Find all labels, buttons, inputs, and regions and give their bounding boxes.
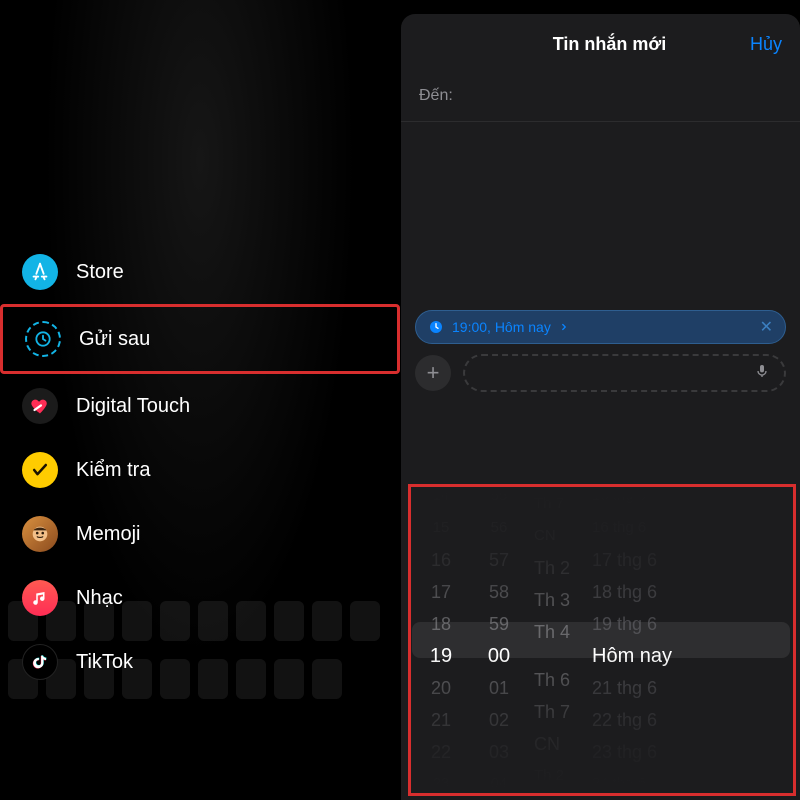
apps-drawer-pane: Store Gửi sau Digital Touch	[0, 0, 400, 800]
picker-cell: 15 thg 6	[592, 488, 646, 512]
appstore-icon	[22, 254, 58, 290]
to-field-label[interactable]: Đến:	[401, 73, 800, 122]
navbar: Tin nhắn mới Hủy	[401, 14, 800, 73]
page-title: Tin nhắn mới	[553, 34, 666, 55]
heart-icon	[22, 388, 58, 424]
picker-cell: 00	[488, 640, 510, 672]
picker-cell: 17	[431, 576, 451, 608]
picker-cell: 24 thg 6	[592, 768, 646, 792]
apps-list: Store Gửi sau Digital Touch	[0, 240, 400, 694]
mic-icon[interactable]	[754, 361, 770, 386]
app-row-memoji[interactable]: Memoji	[0, 502, 400, 566]
picker-cell: 04	[491, 768, 508, 792]
music-icon	[22, 580, 58, 616]
app-row-send-later[interactable]: Gửi sau	[0, 304, 400, 374]
picker-cell: 18	[431, 608, 451, 640]
picker-cell: 23	[433, 768, 450, 792]
app-row-spellcheck[interactable]: Kiểm tra	[0, 438, 400, 502]
picker-cell: 18 thg 6	[592, 576, 657, 608]
memoji-icon	[22, 516, 58, 552]
app-label: TikTok	[76, 651, 133, 674]
datetime-picker[interactable]: 1415161718192021222355565758590001020304…	[402, 480, 800, 800]
picker-cell: Th 4	[534, 616, 570, 648]
picker-cell: 56	[491, 512, 508, 544]
app-label: Gửi sau	[79, 328, 150, 351]
picker-cell: 22 thg 6	[592, 704, 657, 736]
picker-cell: 03	[489, 736, 509, 768]
app-row-tiktok[interactable]: TikTok	[0, 630, 400, 694]
app-row-digital-touch[interactable]: Digital Touch	[0, 374, 400, 438]
app-row-store[interactable]: Store	[0, 240, 400, 304]
picker-cell: 23 thg 6	[592, 736, 657, 768]
picker-cell: Th 6	[534, 664, 570, 696]
clock-icon	[25, 321, 61, 357]
picker-cell: 59	[489, 608, 509, 640]
chevron-right-icon	[559, 322, 569, 332]
picker-cell: 57	[489, 544, 509, 576]
picker-col-minute[interactable]: 55565758590001020304	[470, 488, 528, 792]
picker-cell: 21	[431, 704, 451, 736]
compose-pane: Tin nhắn mới Hủy Đến: 19:00, Hôm nay ✕ +	[400, 0, 800, 800]
plus-button[interactable]: +	[415, 355, 451, 391]
app-label: Nhạc	[76, 587, 123, 610]
message-input[interactable]	[463, 354, 786, 392]
picker-cell: 19	[430, 640, 452, 672]
app-label: Digital Touch	[76, 395, 190, 418]
picker-cell: Th 3	[534, 584, 570, 616]
app-label: Kiểm tra	[76, 459, 150, 482]
app-row-music[interactable]: Nhạc	[0, 566, 400, 630]
picker-cell: 22	[431, 736, 451, 768]
picker-cell: CN	[534, 728, 560, 760]
picker-cell: 15	[433, 512, 450, 544]
app-label: Store	[76, 261, 124, 284]
picker-cell: CN	[534, 520, 556, 552]
picker-cell: 02	[489, 704, 509, 736]
app-label: Memoji	[76, 523, 140, 546]
picker-cell: 01	[489, 672, 509, 704]
picker-cell: 17 thg 6	[592, 544, 657, 576]
tiktok-icon	[22, 644, 58, 680]
picker-cell: 58	[489, 576, 509, 608]
picker-cell: 55	[491, 488, 508, 512]
close-icon[interactable]: ✕	[760, 317, 773, 337]
picker-col-weekday[interactable]: Th 7CNTh 2Th 3Th 4Th 6Th 7CNTh 2	[528, 488, 588, 792]
picker-col-hour[interactable]: 14151617181920212223	[412, 488, 470, 792]
picker-cell: Th 2	[534, 552, 570, 584]
picker-cell: 19 thg 6	[592, 608, 657, 640]
scheduled-chip[interactable]: 19:00, Hôm nay ✕	[415, 310, 786, 344]
picker-cell: 14	[433, 488, 450, 512]
picker-cell: Hôm nay	[592, 640, 672, 672]
picker-cell: Th 7	[534, 488, 564, 520]
picker-cell: Th 7	[534, 696, 570, 728]
picker-cell: 16 thg 6	[592, 512, 646, 544]
picker-cell: 20	[431, 672, 451, 704]
picker-cell: Th 2	[534, 760, 564, 792]
check-icon	[22, 452, 58, 488]
clock-icon	[428, 319, 444, 335]
picker-cell: 16	[431, 544, 451, 576]
scheduled-chip-text: 19:00, Hôm nay	[452, 319, 551, 335]
cancel-button[interactable]: Hủy	[750, 34, 782, 55]
picker-col-date[interactable]: 15 thg 616 thg 617 thg 618 thg 619 thg 6…	[588, 488, 790, 792]
to-label-text: Đến:	[419, 87, 453, 104]
picker-cell: 21 thg 6	[592, 672, 657, 704]
